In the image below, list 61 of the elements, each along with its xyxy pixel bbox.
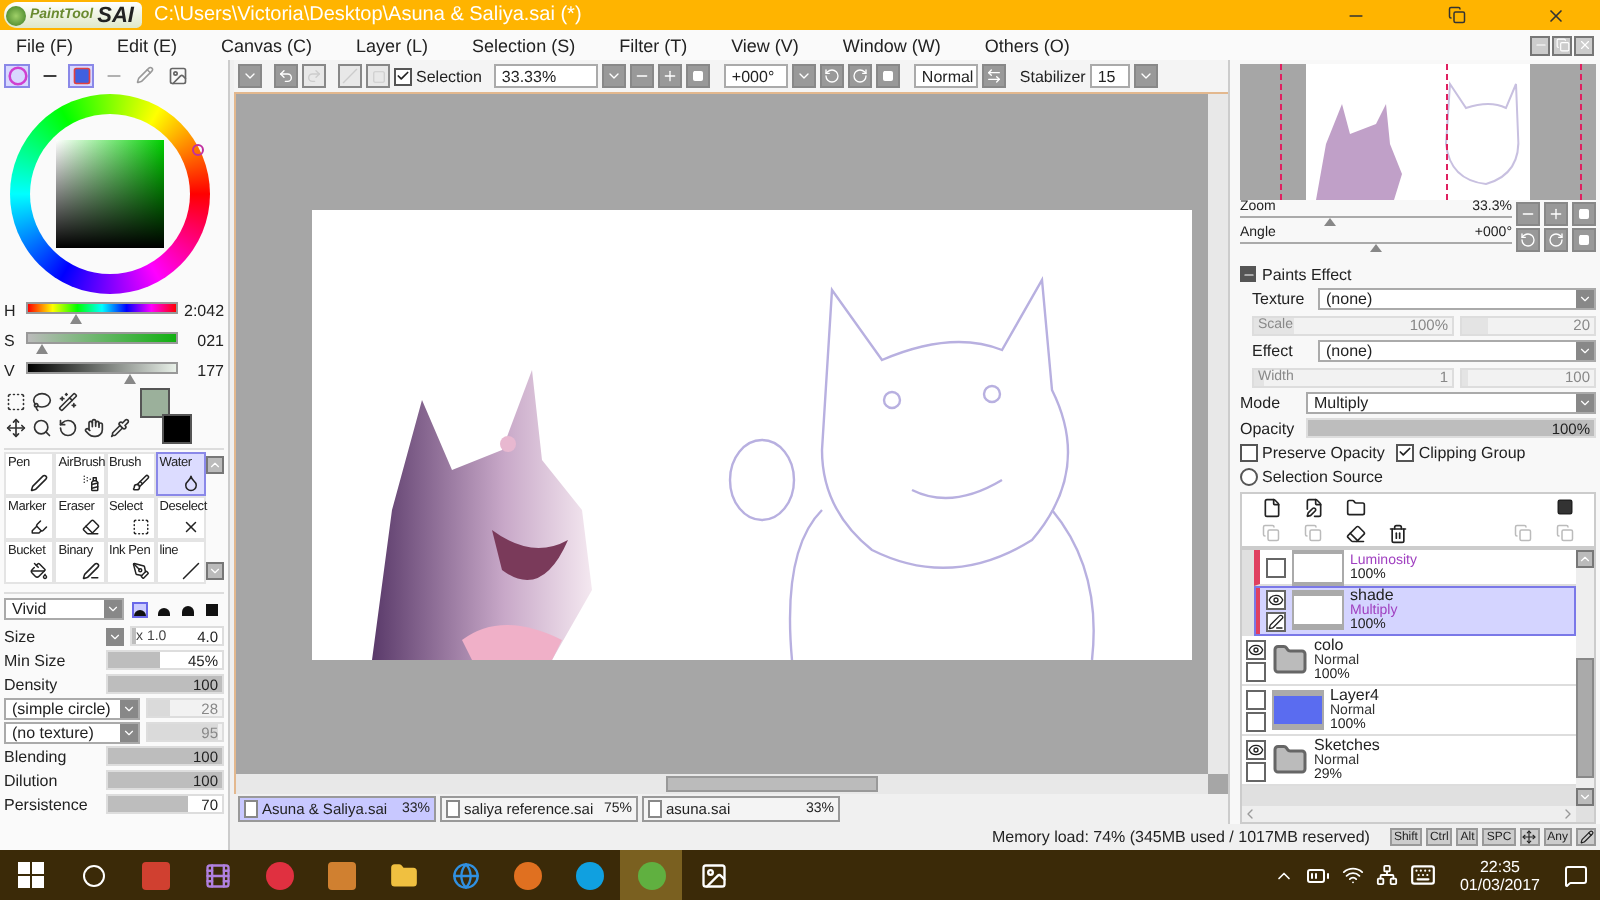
memory-status: Memory load: 74% (345MB used / 1017MB reserved): [991, 828, 1370, 846]
dropdown-value: Vivid: [12, 600, 47, 618]
field-label: Effect: [1252, 342, 1295, 360]
clock-time: 22:35: [1479, 857, 1520, 875]
menu-item[interactable]: View (V): [731, 35, 799, 55]
dropdown-value: (none): [1326, 290, 1373, 308]
dropdown-value: Multiply: [1314, 394, 1369, 412]
slider-label: Size: [4, 627, 38, 645]
radio-label: Selection Source: [1262, 467, 1383, 485]
dropdown-value: (none): [1326, 342, 1373, 360]
angle-field[interactable]: +000°: [723, 64, 788, 88]
layer-name: colo: [1314, 638, 1346, 654]
menu-item[interactable]: Layer (L): [356, 35, 429, 55]
slider-label: Persistence: [4, 795, 90, 813]
dropdown-value: (no texture): [12, 723, 94, 741]
option-checkbox[interactable]: Preserve Opacity: [1240, 443, 1385, 461]
field-label: Opacity: [1240, 419, 1297, 437]
slider-label: S: [4, 332, 17, 350]
slider-label: V: [4, 362, 17, 380]
section-title: Paints Effect: [1262, 265, 1352, 283]
slider-value: 021: [195, 332, 224, 350]
dropdown-value: (simple circle): [12, 699, 111, 717]
blend-mode-field[interactable]: Normal: [913, 64, 978, 88]
menu-item[interactable]: Others (O): [984, 35, 1070, 55]
texture-dropdown[interactable]: (none): [1318, 288, 1596, 310]
slider-label: Density: [4, 675, 60, 693]
stabilizer-field[interactable]: 15: [1089, 64, 1130, 88]
selection-checkbox[interactable]: Selection: [394, 67, 482, 85]
clock-date: 01/03/2017: [1459, 875, 1540, 893]
menu-item[interactable]: Selection (S): [472, 35, 576, 55]
menu-item[interactable]: File (F): [16, 35, 73, 55]
slider-label: Dilution: [4, 771, 60, 789]
menu-item[interactable]: Filter (T): [619, 35, 688, 55]
blend-mode-dropdown[interactable]: Multiply: [1306, 392, 1596, 414]
logo-text: SAI: [97, 3, 134, 27]
slider-label: Blending: [4, 747, 69, 765]
menu-item[interactable]: Edit (E): [117, 35, 178, 55]
window-title: C:\Users\Victoria\Desktop\Asuna & Saliya.sai (*): [153, 4, 584, 26]
clock[interactable]: 22:35 01/03/2017: [1447, 857, 1552, 893]
brush-dropdown[interactable]: (simple circle): [4, 697, 140, 719]
mode-dropdown[interactable]: Vivid: [4, 598, 124, 620]
slider-label: Min Size: [4, 651, 68, 669]
selection-source-radio[interactable]: Selection Source: [1240, 467, 1383, 485]
option-checkbox[interactable]: Clipping Group: [1396, 443, 1526, 461]
effect-dropdown[interactable]: (none): [1318, 340, 1596, 362]
field-label: Mode: [1240, 394, 1283, 412]
layer-name: Sketches: [1314, 738, 1380, 754]
zoom-field[interactable]: 33.33%: [493, 64, 598, 88]
slider-label: H: [4, 302, 18, 320]
brush-dropdown[interactable]: (no texture): [4, 721, 140, 743]
slider-value: 177: [195, 362, 224, 380]
menu-item[interactable]: Window (W): [842, 35, 941, 55]
slider-value: 2:042: [184, 302, 224, 320]
stabilizer-label: Stabilizer: [1019, 67, 1086, 85]
menu-item[interactable]: Canvas (C): [221, 35, 313, 55]
checkbox-label: Clipping Group: [1418, 443, 1526, 461]
layer-name: shade: [1350, 588, 1394, 604]
field-label: Texture: [1252, 290, 1307, 308]
layer-name: Layer4: [1330, 688, 1379, 704]
checkbox-label: Preserve Opacity: [1262, 443, 1385, 461]
checkbox-label: Selection: [416, 67, 482, 85]
